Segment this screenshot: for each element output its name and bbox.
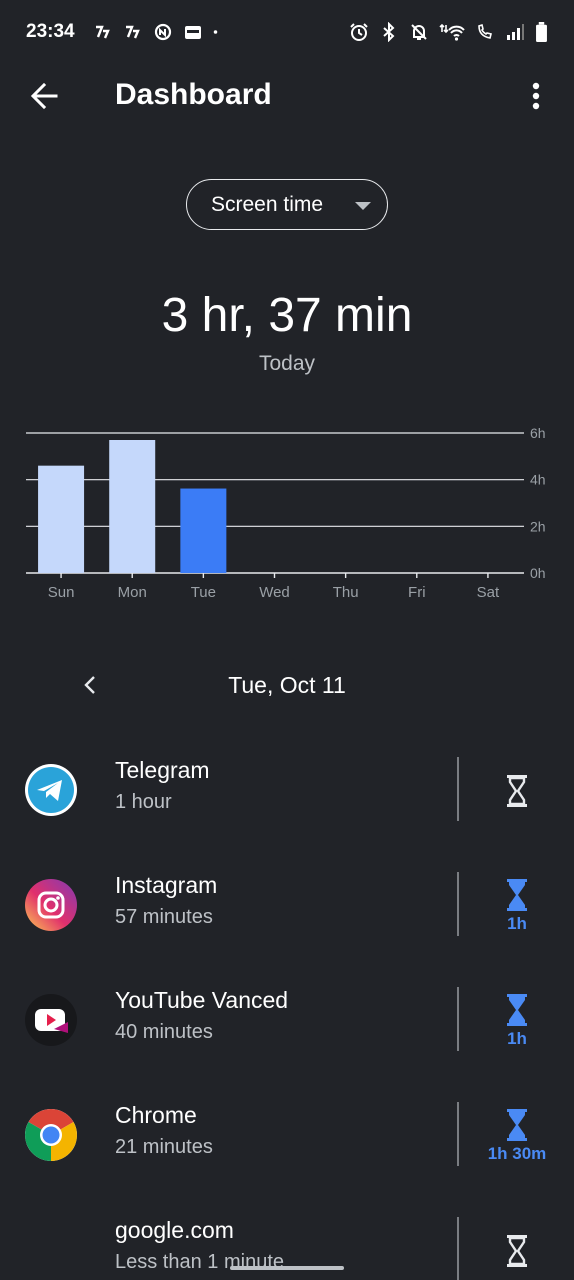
x-tick-label: Sat [477,584,500,601]
app-usage-time: 57 minutes [115,906,213,928]
app-usage-time: 40 minutes [115,1021,213,1043]
divider [457,1217,459,1280]
x-tick-label: Tue [191,584,216,601]
weekly-usage-chart: 0h 2h 4h 6h Sun Mon Tue Wed Thu Fri Sat [26,425,546,601]
app-name: Telegram [115,757,210,783]
timer-limit-label: 1h 30m [487,1144,547,1163]
app-timer-button[interactable]: 1h [462,866,572,946]
dot-icon [213,30,217,34]
y-tick-label: 4h [530,472,546,488]
call-icon [478,23,492,39]
notification-icon [154,23,171,41]
wifi-icon [439,23,465,41]
x-tick-label: Wed [259,584,290,601]
app-row[interactable]: YouTube Vanced 40 minutes 1h [0,967,574,1082]
y-tick-label: 0h [530,565,546,581]
app-usage-time: 1 hour [115,791,172,813]
app-usage-time: Less than 1 minute [115,1251,284,1273]
app-timer-button[interactable]: 1h [462,981,572,1061]
status-time: 23:34 [26,21,75,42]
chart-bar [109,440,156,573]
chrome-icon [24,1108,78,1162]
dropdown-arrow-icon [355,202,371,210]
app-timer-icon [507,1109,527,1141]
app-timer-button[interactable]: 1h 30m [462,1096,572,1176]
app-name: Instagram [115,872,218,898]
battery-icon [536,22,547,42]
signal-icon [507,24,524,40]
x-tick-label: Mon [118,584,147,601]
app-timer-button[interactable] [462,751,572,831]
mute-icon [411,24,427,40]
x-tick-label: Fri [408,584,426,601]
period-label: Today [258,352,316,375]
app-row[interactable]: Instagram 57 minutes 1h [0,852,574,967]
app-row[interactable]: Chrome 21 minutes 1h 30m [0,1082,574,1197]
telegram-icon [24,763,78,817]
divider [457,1102,459,1166]
divider [457,987,459,1051]
home-indicator[interactable] [230,1266,344,1270]
app-row[interactable]: Telegram 1 hour [0,737,574,852]
current-date: Tue, Oct 11 [228,672,346,698]
youtube-vanced-icon [24,993,78,1047]
divider [457,872,459,936]
more-options-icon[interactable] [524,78,548,114]
app-timer-icon [507,1235,527,1267]
date-navigator: Tue, Oct 11 [0,660,574,710]
x-tick-label: Thu [333,584,359,601]
chart-bar [38,465,85,573]
notification-icon [125,25,140,39]
app-name: google.com [115,1217,234,1243]
metric-dropdown[interactable]: Screen time [186,179,388,230]
instagram-icon [24,878,78,932]
app-bar: Dashboard [0,64,574,128]
bluetooth-icon [383,22,395,42]
chart-bar [180,488,227,573]
app-name: YouTube Vanced [115,987,289,1013]
status-bar: 23:34 [0,0,574,64]
notification-icon [184,26,201,39]
notification-icon [95,25,110,39]
x-tick-label: Sun [48,584,75,601]
app-timer-button[interactable] [462,1211,572,1280]
timer-limit-label: 1h [507,914,527,933]
alarm-icon [350,23,368,41]
app-name: Chrome [115,1102,197,1128]
total-screen-time: 3 hr, 37 min [161,289,413,342]
timer-limit-label: 1h [507,1029,527,1048]
app-usage-time: 21 minutes [115,1136,213,1158]
y-tick-label: 2h [530,518,546,534]
y-tick-label: 6h [530,425,546,441]
dropdown-value: Screen time [211,192,324,216]
back-arrow-icon[interactable] [26,78,62,114]
divider [457,757,459,821]
app-timer-icon [507,994,527,1026]
app-timer-icon [507,879,527,911]
page-title: Dashboard [115,78,272,111]
app-timer-icon [507,775,527,807]
